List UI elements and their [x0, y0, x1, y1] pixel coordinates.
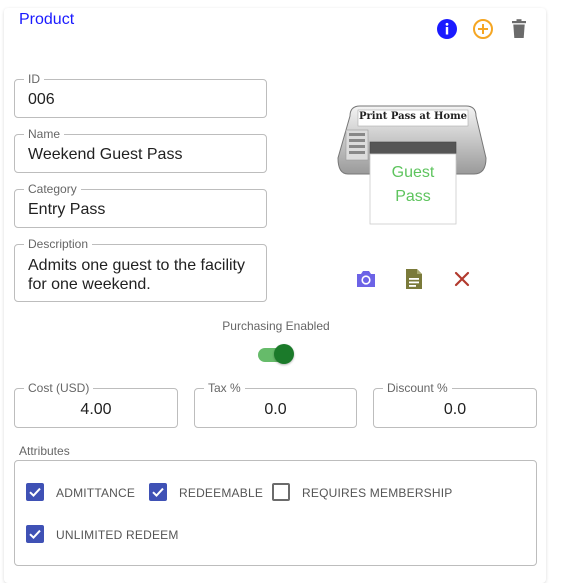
description-line-1: Admits one guest to the facility [28, 257, 245, 274]
redeemable-label: REDEEMABLE [179, 486, 264, 500]
unlimited-redeem-checkbox[interactable] [26, 525, 44, 543]
discount-label: Discount % [383, 381, 452, 395]
add-circle-icon[interactable] [472, 18, 494, 40]
cost-value: 4.00 [80, 401, 112, 418]
purchasing-enabled-toggle[interactable] [258, 343, 296, 365]
id-label: ID [24, 72, 44, 86]
admittance-label: ADMITTANCE [56, 486, 136, 500]
pass-text-line-1: Guest [391, 164, 435, 181]
camera-icon[interactable] [354, 267, 378, 291]
printer-banner-text: Print Pass at Home [358, 111, 468, 122]
description-field[interactable]: Description Admits one guest to the faci… [14, 237, 267, 302]
attributes-title: Attributes [19, 444, 70, 458]
pass-text-line-2: Pass [395, 188, 431, 205]
id-field[interactable]: ID 006 [14, 72, 267, 118]
name-label: Name [24, 127, 65, 141]
tax-label: Tax % [204, 381, 245, 395]
info-icon[interactable] [436, 18, 458, 40]
purchasing-enabled-label: Purchasing Enabled [222, 319, 330, 333]
cost-label: Cost (USD) [24, 381, 94, 395]
attributes-box [14, 460, 537, 566]
toggle-thumb [274, 344, 294, 364]
delete-icon[interactable] [508, 18, 530, 40]
requires-membership-label: REQUIRES MEMBERSHIP [302, 486, 453, 500]
close-icon[interactable] [450, 267, 474, 291]
category-field[interactable]: Category Entry Pass [14, 182, 267, 228]
card-title: Product [19, 11, 75, 28]
description-line-2: for one weekend. [28, 276, 151, 293]
category-value: Entry Pass [28, 201, 106, 218]
name-value: Weekend Guest Pass [28, 146, 183, 163]
product-image: Print Pass at Home Guest Pass [336, 98, 488, 228]
id-value: 006 [28, 91, 55, 108]
discount-value: 0.0 [443, 401, 467, 418]
tax-value: 0.0 [264, 401, 287, 418]
tax-field[interactable]: Tax % 0.0 [194, 381, 357, 428]
redeemable-checkbox[interactable] [149, 483, 167, 501]
name-field[interactable]: Name Weekend Guest Pass [14, 127, 267, 173]
document-icon[interactable] [402, 267, 426, 291]
description-label: Description [24, 237, 93, 251]
cost-field[interactable]: Cost (USD) 4.00 [14, 381, 178, 428]
discount-field[interactable]: Discount % 0.0 [373, 381, 537, 428]
requires-membership-checkbox[interactable] [272, 483, 290, 501]
admittance-checkbox[interactable] [26, 483, 44, 501]
category-label: Category [24, 182, 81, 196]
unlimited-redeem-label: UNLIMITED REDEEM [56, 528, 179, 542]
